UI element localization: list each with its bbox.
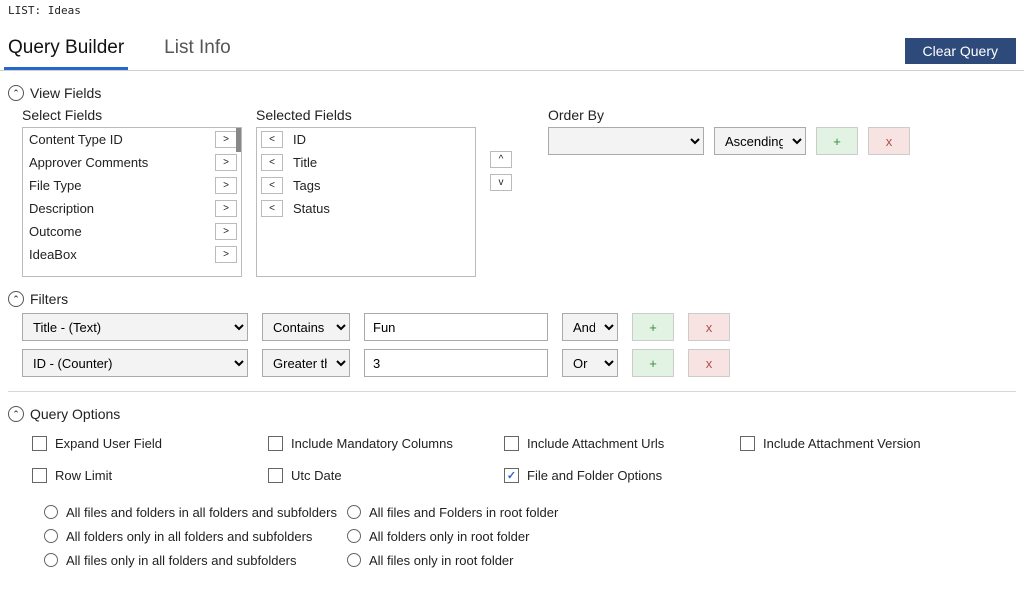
section-view-fields: ⌃ View Fields Select Fields Content Type… (0, 71, 1024, 277)
order-by-add-button[interactable]: + (816, 127, 858, 155)
option-label: Expand User Field (55, 436, 162, 451)
order-by-remove-button[interactable]: x (868, 127, 910, 155)
expand-user-checkbox[interactable] (32, 436, 47, 451)
clear-query-button[interactable]: Clear Query (905, 38, 1016, 64)
ff-radio[interactable] (44, 529, 58, 543)
option-label: Include Attachment Urls (527, 436, 664, 451)
option-label: Include Mandatory Columns (291, 436, 453, 451)
selected-fields-header: Selected Fields (256, 107, 476, 123)
row-limit-checkbox[interactable] (32, 468, 47, 483)
include-attach-urls-checkbox[interactable] (504, 436, 519, 451)
ff-radio[interactable] (347, 553, 361, 567)
collapse-icon[interactable]: ⌃ (8, 85, 24, 101)
move-right-button[interactable]: > (215, 154, 237, 171)
move-left-button[interactable]: < (261, 131, 283, 148)
filter-row: ID - (Counter) Greater tha Or + x (22, 349, 1016, 377)
available-fields-list[interactable]: Content Type ID> Approver Comments> File… (22, 127, 242, 277)
collapse-icon[interactable]: ⌃ (8, 406, 24, 422)
list-item[interactable]: Outcome> (23, 220, 241, 243)
option-label: File and Folder Options (527, 468, 662, 483)
filter-conjunction-select[interactable]: And (562, 313, 618, 341)
ff-radio[interactable] (347, 529, 361, 543)
list-item[interactable]: Approver Comments> (23, 151, 241, 174)
radio-label: All folders only in root folder (369, 529, 529, 544)
filter-operator-select[interactable]: Contains (262, 313, 350, 341)
filter-field-select[interactable]: Title - (Text) (22, 313, 248, 341)
scrollbar-thumb[interactable] (236, 128, 241, 152)
filter-operator-select[interactable]: Greater tha (262, 349, 350, 377)
move-right-button[interactable]: > (215, 177, 237, 194)
select-fields-header: Select Fields (22, 107, 242, 123)
order-by-field-select[interactable] (548, 127, 704, 155)
ff-radio[interactable] (347, 505, 361, 519)
radio-label: All folders only in all folders and subf… (66, 529, 312, 544)
list-item[interactable]: <Tags (257, 174, 475, 197)
option-label: Utc Date (291, 468, 342, 483)
collapse-icon[interactable]: ⌃ (8, 291, 24, 307)
section-query-options: ⌃ Query Options Expand User Field Includ… (0, 392, 1024, 570)
selected-fields-list[interactable]: <ID <Title <Tags <Status (256, 127, 476, 277)
utc-date-checkbox[interactable] (268, 468, 283, 483)
filter-value-input[interactable] (364, 349, 548, 377)
list-item[interactable]: Content Type ID> (23, 128, 241, 151)
list-item[interactable]: Description> (23, 197, 241, 220)
section-title: Query Options (30, 406, 120, 422)
ff-radio[interactable] (44, 553, 58, 567)
list-item[interactable]: <Status (257, 197, 475, 220)
filter-row: Title - (Text) Contains And + x (22, 313, 1016, 341)
list-item[interactable]: IdeaBox> (23, 243, 241, 266)
list-label: LIST: Ideas (0, 0, 1024, 21)
list-item[interactable]: <Title (257, 151, 475, 174)
tab-query-builder[interactable]: Query Builder (4, 31, 128, 70)
filter-remove-button[interactable]: x (688, 313, 730, 341)
section-title: View Fields (30, 85, 101, 101)
include-mandatory-checkbox[interactable] (268, 436, 283, 451)
order-by-direction-select[interactable]: Ascending (714, 127, 806, 155)
radio-label: All files only in all folders and subfol… (66, 553, 297, 568)
tab-list-info[interactable]: List Info (160, 31, 235, 70)
tabs-bar: Query Builder List Info Clear Query (0, 31, 1024, 71)
move-right-button[interactable]: > (215, 131, 237, 148)
list-item[interactable]: <ID (257, 128, 475, 151)
move-left-button[interactable]: < (261, 177, 283, 194)
section-filters: ⌃ Filters Title - (Text) Contains And + … (0, 277, 1024, 377)
radio-label: All files and folders in all folders and… (66, 505, 337, 520)
radio-label: All files only in root folder (369, 553, 514, 568)
file-folder-checkbox[interactable] (504, 468, 519, 483)
filter-remove-button[interactable]: x (688, 349, 730, 377)
filter-conjunction-select[interactable]: Or (562, 349, 618, 377)
move-right-button[interactable]: > (215, 223, 237, 240)
filter-field-select[interactable]: ID - (Counter) (22, 349, 248, 377)
move-right-button[interactable]: > (215, 246, 237, 263)
ff-radio[interactable] (44, 505, 58, 519)
move-down-button[interactable]: v (490, 174, 512, 191)
filter-value-input[interactable] (364, 313, 548, 341)
option-label: Row Limit (55, 468, 112, 483)
filter-add-button[interactable]: + (632, 313, 674, 341)
section-title: Filters (30, 291, 68, 307)
list-item[interactable]: File Type> (23, 174, 241, 197)
move-left-button[interactable]: < (261, 154, 283, 171)
move-right-button[interactable]: > (215, 200, 237, 217)
move-left-button[interactable]: < (261, 200, 283, 217)
file-folder-options: All files and folders in all folders and… (8, 502, 1016, 570)
option-label: Include Attachment Version (763, 436, 921, 451)
include-attach-version-checkbox[interactable] (740, 436, 755, 451)
order-by-header: Order By (548, 107, 910, 123)
move-up-button[interactable]: ^ (490, 151, 512, 168)
filter-add-button[interactable]: + (632, 349, 674, 377)
radio-label: All files and Folders in root folder (369, 505, 558, 520)
